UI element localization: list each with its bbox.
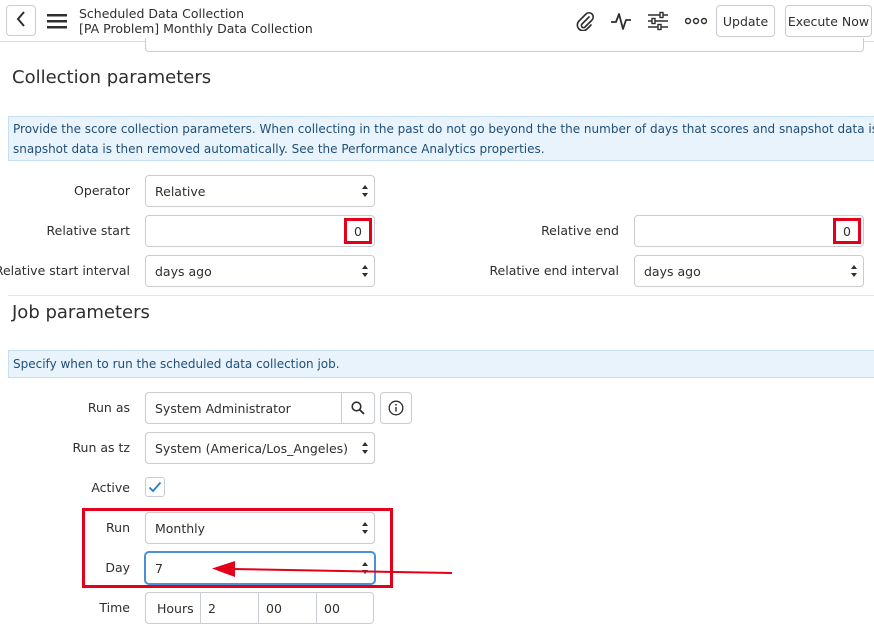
hamburger-menu-icon[interactable] — [46, 10, 68, 32]
time-seconds-input[interactable]: 00 — [316, 592, 374, 624]
select-arrows-icon — [362, 522, 368, 534]
relative-start-value-highlight: 0 — [344, 218, 372, 244]
info-circle-icon — [388, 400, 404, 416]
chevron-left-icon — [16, 10, 26, 31]
paperclip-icon[interactable] — [573, 10, 597, 32]
update-button[interactable]: Update — [716, 5, 775, 37]
relative-start-value: 0 — [354, 223, 362, 239]
relative-end-interval-select[interactable]: days ago — [634, 255, 864, 287]
day-value: 7 — [155, 560, 163, 576]
select-arrows-icon — [362, 442, 368, 454]
relative-start-input[interactable]: 0 — [145, 215, 375, 247]
day-select[interactable]: 7 — [145, 552, 375, 584]
select-arrows-icon — [851, 265, 857, 277]
run-value: Monthly — [155, 520, 206, 536]
run-as-input[interactable]: System Administrator — [145, 392, 342, 424]
run-as-value: System Administrator — [155, 400, 291, 416]
select-arrows-icon — [362, 562, 368, 574]
more-options-icon[interactable] — [684, 10, 708, 32]
search-icon — [351, 401, 365, 415]
section-title-collection: Collection parameters — [12, 67, 212, 88]
relative-end-value-highlight: 0 — [833, 218, 861, 244]
relative-end-input[interactable]: 0 — [634, 215, 864, 247]
page: Scheduled Data Collection [PA Problem] M… — [0, 0, 874, 630]
select-arrows-icon — [362, 185, 368, 197]
activity-pulse-icon[interactable] — [609, 10, 633, 32]
run-as-tz-label: Run as tz — [72, 440, 130, 455]
run-as-info-button[interactable] — [380, 392, 412, 424]
active-label: Active — [91, 480, 130, 495]
previous-field-partial — [145, 38, 864, 52]
relative-start-interval-select[interactable]: days ago — [145, 255, 375, 287]
job-info-message: Specify when to run the scheduled data c… — [8, 350, 874, 378]
operator-label: Operator — [74, 183, 130, 198]
relative-end-value: 0 — [843, 223, 851, 239]
job-info-text: Specify when to run the scheduled data c… — [13, 357, 340, 371]
run-as-tz-select[interactable]: System (America/Los_Angeles) — [145, 432, 375, 464]
collection-info-line-2: snapshot data is then removed automatica… — [13, 142, 545, 156]
run-as-label: Run as — [87, 400, 130, 415]
form-header: Scheduled Data Collection [PA Problem] M… — [0, 0, 874, 42]
collection-info-line-1: Provide the score collection parameters.… — [13, 122, 874, 136]
day-label: Day — [105, 560, 130, 575]
operator-select[interactable]: Relative — [145, 175, 375, 207]
header-title-block: Scheduled Data Collection [PA Problem] M… — [79, 6, 313, 36]
run-label: Run — [106, 520, 130, 535]
relative-start-label: Relative start — [46, 223, 131, 238]
relative-end-interval-value: days ago — [644, 263, 701, 279]
time-label: Time — [99, 600, 130, 615]
execute-now-button[interactable]: Execute Now — [785, 5, 872, 37]
select-arrows-icon — [362, 265, 368, 277]
page-title: Scheduled Data Collection — [79, 6, 244, 21]
relative-start-interval-label: Relative start interval — [0, 263, 130, 278]
relative-start-interval-value: days ago — [155, 263, 212, 279]
active-checkbox[interactable] — [145, 477, 165, 497]
record-subtitle: [PA Problem] Monthly Data Collection — [79, 21, 313, 36]
relative-end-label: Relative end — [541, 223, 619, 238]
sliders-icon[interactable] — [646, 10, 670, 32]
run-select[interactable]: Monthly — [145, 512, 375, 544]
time-hours-label: Hours — [145, 592, 201, 624]
run-as-tz-value: System (America/Los_Angeles) — [155, 440, 349, 456]
checkmark-icon — [148, 481, 162, 493]
time-hours-input[interactable]: 2 — [200, 592, 259, 624]
section-title-job: Job parameters — [12, 302, 150, 323]
collection-info-message: Provide the score collection parameters.… — [8, 116, 874, 161]
operator-value: Relative — [155, 183, 206, 199]
section-divider — [8, 295, 874, 296]
relative-end-interval-label: Relative end interval — [489, 263, 619, 278]
time-minutes-input[interactable]: 00 — [258, 592, 317, 624]
back-button[interactable] — [6, 5, 36, 36]
run-as-lookup-button[interactable] — [341, 392, 375, 424]
